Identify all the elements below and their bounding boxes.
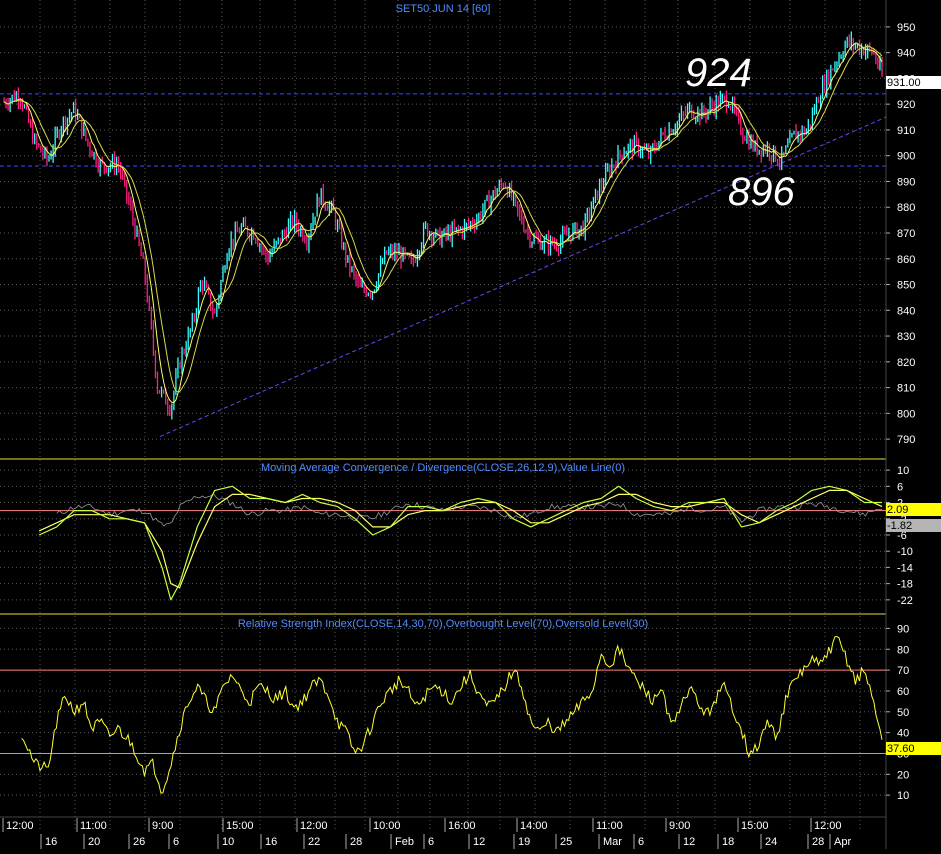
rsi-y-tick-label: 40 [897,728,909,740]
x-date-label: 25 [560,836,572,848]
price-y-tick-label: 840 [897,305,915,317]
x-date-label: 12 [683,836,695,848]
x-date-label: 20 [88,836,100,848]
macd-y-tick-label: 6 [897,481,903,493]
rsi-line [21,635,883,794]
x-date-label: 19 [518,836,530,848]
x-time-label: 9:00 [669,820,690,832]
price-y-tick-label: 880 [897,202,915,214]
macd-y-axis: 1062-2-6-10-14-18-22 [886,465,913,607]
x-date-label: 24 [765,836,777,848]
macd-y-tick-label: -22 [897,595,913,607]
rsi-value-box: 37.60 [886,742,941,755]
x-time-label: 14:00 [520,820,548,832]
rsi-y-tick-label: 50 [897,707,909,719]
x-date-label: 6 [638,836,644,848]
chart-root: SET50 JUN 14 [60] 790 800 810 820 830 840 850 8… [0,0,941,849]
x-date-label: 18 [722,836,734,848]
macd-signal-line [38,489,883,589]
rsi-y-tick-label: 60 [897,686,909,698]
x-time-label: 15:00 [741,820,769,832]
price-y-tick-label: 860 [897,254,915,266]
rsi-y-tick-label: 10 [897,790,909,802]
macd-value-box-1: 2.09 [886,503,941,516]
price-title: SET50 JUN 14 [60] [396,3,491,15]
rsi-polyline [21,635,883,794]
macd-histogram-line [56,493,882,527]
macd-title: Moving Average Convergence / Divergence(… [261,462,625,474]
x-date-label: 26 [133,836,145,848]
price-y-tick-label: 820 [897,357,915,369]
macd-lines [0,485,886,601]
rsi-y-axis: 908070605040302010 [886,623,909,802]
rsi-y-tick-label: 20 [897,769,909,781]
price-y-tick-label: 950 [897,22,915,34]
x-time-label: 11:00 [80,820,107,832]
x-time-label: 9:00 [152,820,173,832]
x-time-label: 11:00 [596,820,623,832]
x-date-label: 16 [265,836,277,848]
trendline [159,116,887,437]
rsi-y-tick-label: 70 [897,665,909,677]
x-date-label: 28 [350,836,362,848]
price-y-tick-label: 940 [897,48,915,60]
macd-y-tick-label: -14 [897,562,913,574]
x-date-label: Mar [603,836,622,848]
price-y-tick-label: 870 [897,228,915,240]
price-y-tick-label: 850 [897,280,915,292]
rsi-panel: Relative Strength Index(CLOSE,14,30,70),… [0,618,941,802]
macd-y-tick-label: -18 [897,579,913,591]
x-date-label: 12 [473,836,485,848]
trendline-line [159,116,887,437]
x-date-label: 6 [173,836,179,848]
x-axis: 12:00 11:00 9:00 15:00 12:00 10:00 16:00 14:00 1… [2,818,851,849]
x-date-label: 10 [222,836,234,848]
annotation-924: 924 [685,51,752,95]
price-y-tick-label: 800 [897,408,915,420]
price-y-tick-label: 790 [897,434,915,446]
macd-value-box-2: -1.82 [886,519,941,532]
price-y-tick-label: 810 [897,383,915,395]
x-time-label: 15:00 [226,820,254,832]
x-time-label: 12:00 [300,820,328,832]
price-y-tick-label: 920 [897,99,915,111]
x-date-label: 22 [308,836,320,848]
annotation-896: 896 [728,170,795,214]
price-y-tick-label: 900 [897,151,915,163]
x-date-label: 28 [812,836,824,848]
x-date-label: Apr [834,836,851,848]
x-time-label: 10:00 [373,820,401,832]
price-current-value-box: 931.00 [886,76,941,89]
price-panel: SET50 JUN 14 [60] 790 800 810 820 830 840 850 8… [0,3,941,446]
macd-value-2: -1.82 [887,520,912,532]
x-date-label: 16 [45,836,57,848]
x-date-label: 6 [428,836,434,848]
grid [0,0,886,831]
rsi-y-tick-label: 90 [897,623,909,635]
macd-line [38,485,882,601]
rsi-value: 37.60 [887,743,915,755]
x-time-label: 16:00 [448,820,476,832]
macd-y-tick-label: 10 [897,465,909,477]
price-y-tick-label: 830 [897,331,915,343]
macd-value-1: 2.09 [887,504,908,516]
x-time-label: 12:00 [814,820,842,832]
macd-panel: Moving Average Convergence / Divergence(… [0,462,941,607]
x-date-label: Feb [395,836,414,848]
rsi-title: Relative Strength Index(CLOSE,14,30,70),… [238,618,648,630]
macd-y-tick-label: -10 [897,546,913,558]
price-y-tick-label: 910 [897,125,915,137]
price-y-tick-label: 890 [897,176,915,188]
rsi-y-tick-label: 80 [897,644,909,656]
x-time-label: 12:00 [6,820,34,832]
chart-svg: SET50 JUN 14 [60] 790 800 810 820 830 840 850 8… [0,0,941,849]
price-current-value: 931.00 [887,77,921,89]
